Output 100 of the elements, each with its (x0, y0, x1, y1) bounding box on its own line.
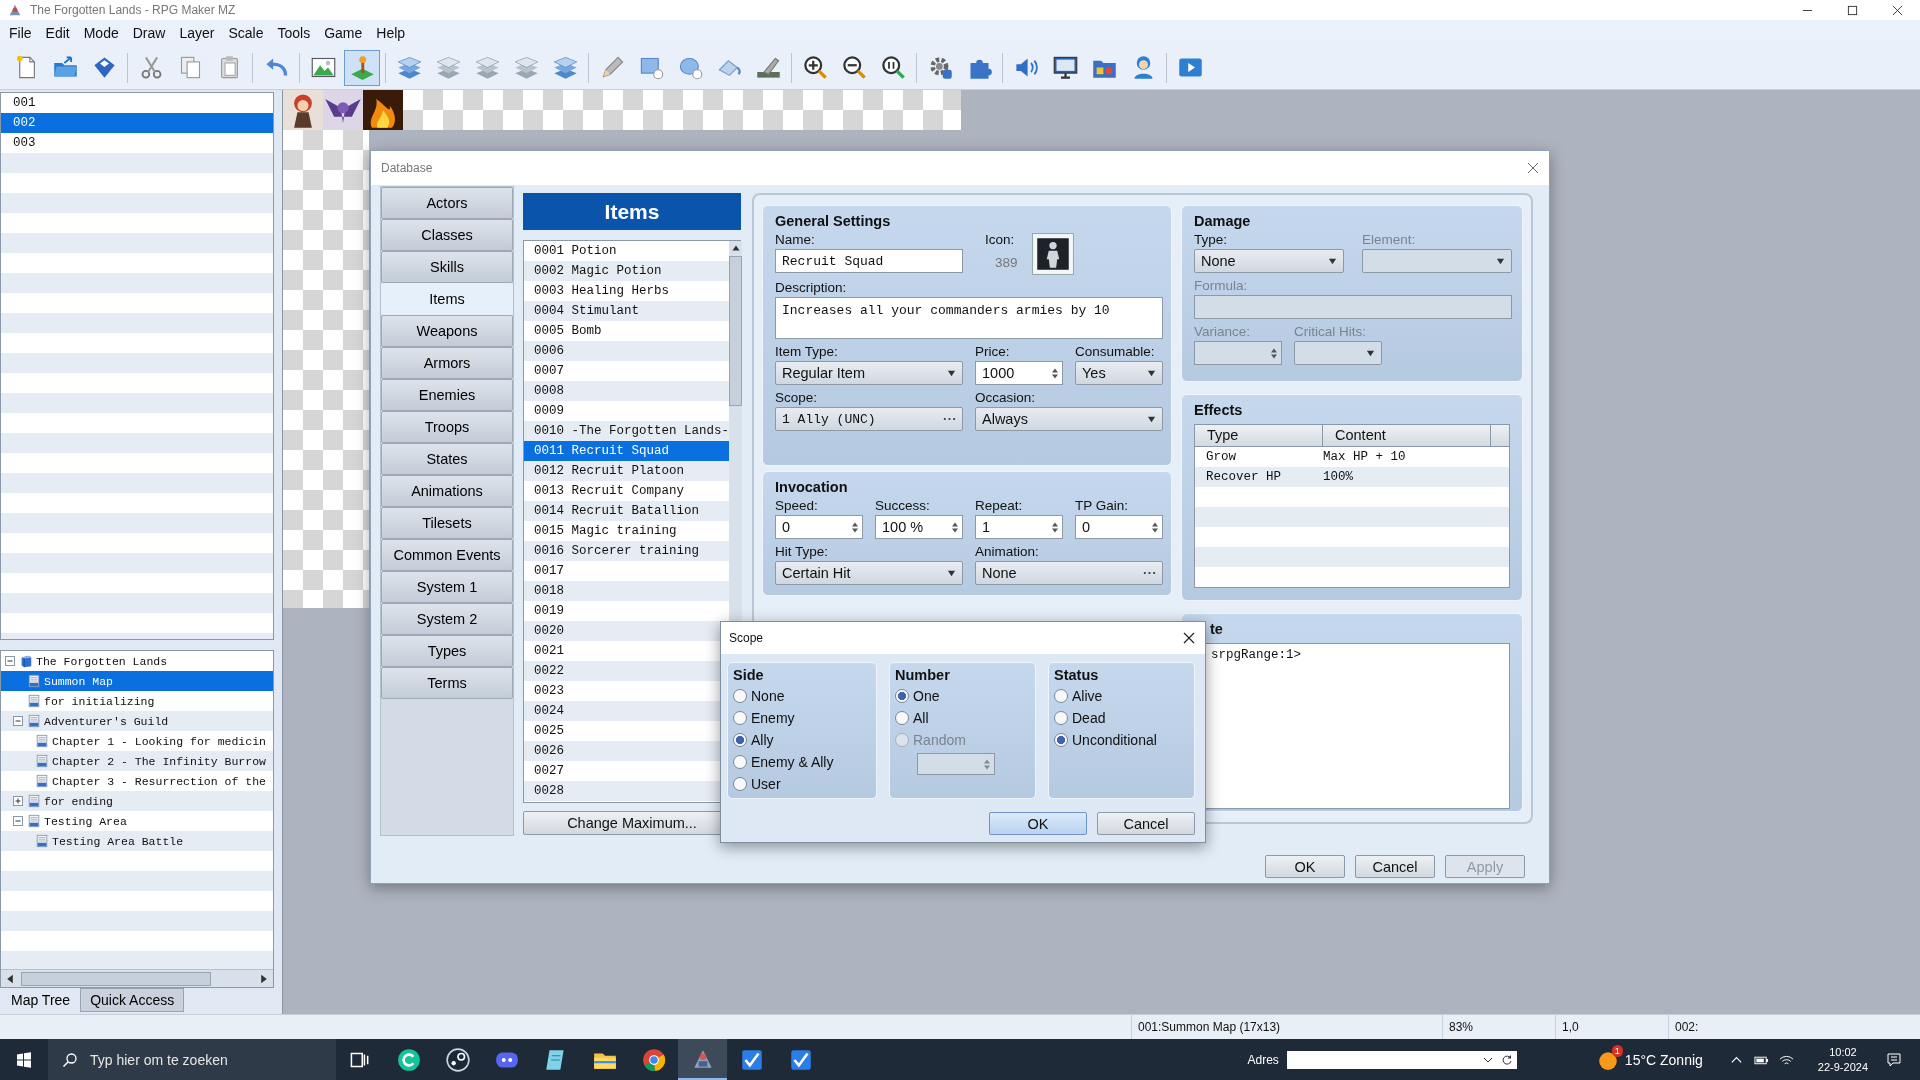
figure-icon[interactable] (1031, 233, 1074, 275)
price-spinbox[interactable]: 1000 (975, 361, 1063, 385)
radio-button[interactable] (895, 689, 909, 703)
list-item[interactable]: 0008 (524, 381, 730, 401)
tree-item[interactable]: Adventurer's Guild (44, 714, 169, 728)
search-field[interactable]: Typ hier om te zoeken (48, 1039, 336, 1080)
menu-item[interactable]: Edit (38, 23, 77, 43)
list-item[interactable]: 0006 (524, 341, 730, 361)
dialog-button[interactable]: OK (989, 812, 1087, 835)
column-header[interactable]: Content (1323, 424, 1491, 446)
radio-button[interactable] (1054, 689, 1068, 703)
dialog-button[interactable]: OK (1265, 855, 1345, 878)
tab[interactable]: Map Tree (1, 988, 81, 1012)
column-header[interactable]: Type (1195, 424, 1323, 446)
collapse-icon[interactable] (5, 656, 15, 666)
collapse-icon[interactable] (13, 816, 23, 826)
tree-item[interactable]: for ending (44, 794, 113, 808)
description-field[interactable]: Increases all your commanders armies by 10 (775, 297, 1163, 339)
number-spinbox[interactable]: 1 (975, 515, 1063, 539)
tree-item[interactable]: Testing Area Battle (52, 834, 184, 848)
app-icon[interactable] (444, 1046, 471, 1073)
menu-item[interactable]: File (2, 23, 39, 43)
magnifier-icon[interactable] (879, 54, 907, 81)
menu-item[interactable]: Tools (270, 23, 318, 43)
category-tab[interactable]: Types (381, 635, 513, 667)
item-type-dropdown[interactable]: Regular Item (775, 361, 963, 385)
category-tab[interactable]: Actors (381, 187, 513, 219)
list-item[interactable]: 0011 Recruit Squad (524, 441, 730, 461)
tile-marker-button[interactable] (344, 49, 380, 86)
tree-item[interactable]: Summon Map (44, 674, 113, 688)
type-dropdown[interactable]: None (1194, 249, 1344, 273)
number-spinbox[interactable]: 0 (775, 515, 863, 539)
map-list-item[interactable]: 001 (1, 93, 273, 113)
tree-item[interactable]: Chapter 1 - Looking for medicin (52, 734, 266, 748)
maximize-icon[interactable] (1847, 4, 1858, 16)
number-spinbox[interactable]: 0 (1075, 515, 1163, 539)
consumable-dropdown[interactable]: Yes (1075, 361, 1163, 385)
layers-icon[interactable] (395, 54, 423, 81)
list-item[interactable]: 0003 Healing Herbs (524, 281, 730, 301)
list-item[interactable]: 0001 Potion (524, 241, 730, 261)
radio-button[interactable] (733, 733, 747, 747)
menu-item[interactable]: Scale (221, 23, 271, 43)
category-tab[interactable]: Classes (381, 219, 513, 251)
close-icon[interactable] (1183, 632, 1195, 644)
app-icon[interactable] (395, 1046, 422, 1073)
dialog-button[interactable]: Cancel (1355, 855, 1435, 878)
windows-logo-icon[interactable] (16, 1051, 32, 1068)
zoom-out-icon[interactable] (840, 54, 868, 81)
list-item[interactable]: 0016 Sorcerer training (524, 541, 730, 561)
category-tab[interactable]: Items (381, 283, 513, 315)
list-item[interactable]: 0013 Recruit Company (524, 481, 730, 501)
number-spinbox[interactable]: 100 % (875, 515, 963, 539)
animation-picker[interactable]: None (975, 561, 1163, 585)
map-list-item[interactable]: 002 (1, 113, 273, 133)
list-item[interactable]: 0018 (524, 581, 730, 601)
layers-icon[interactable] (551, 54, 579, 81)
radio-button[interactable] (1054, 733, 1068, 747)
character-sprite-icon[interactable] (283, 90, 323, 130)
menu-item[interactable]: Draw (125, 23, 173, 43)
address-field[interactable] (1286, 1050, 1517, 1069)
radio-button[interactable] (895, 711, 909, 725)
category-tab[interactable]: System 2 (381, 603, 513, 635)
list-item[interactable]: 0002 Magic Potion (524, 261, 730, 281)
category-tab[interactable]: Skills (381, 251, 513, 283)
category-tab[interactable]: Enemies (381, 379, 513, 411)
zoom-in-icon[interactable] (801, 54, 829, 81)
menu-item[interactable]: Layer (172, 23, 222, 43)
radio-button[interactable] (733, 689, 747, 703)
category-tab[interactable]: Armors (381, 347, 513, 379)
radio-button[interactable] (1054, 711, 1068, 725)
tree-item[interactable]: The Forgotten Lands (36, 654, 168, 668)
menu-item[interactable]: Help (369, 23, 413, 43)
hit-type-dropdown[interactable]: Certain Hit (775, 561, 963, 585)
expand-icon[interactable] (13, 796, 23, 806)
list-item[interactable]: 0007 (524, 361, 730, 381)
category-tab[interactable]: Tilesets (381, 507, 513, 539)
monitor-icon[interactable] (1051, 54, 1079, 81)
tree-item[interactable]: Testing Area (44, 814, 127, 828)
menu-item[interactable]: Game (317, 23, 370, 43)
category-tab[interactable]: Terms (381, 667, 513, 699)
name-field[interactable]: Recruit Squad (775, 249, 963, 273)
list-item[interactable]: 0014 Recruit Batallion (524, 501, 730, 521)
horizontal-scrollbar[interactable] (1, 969, 273, 987)
browser-icon[interactable] (640, 1046, 667, 1073)
list-item[interactable]: 0005 Bomb (524, 321, 730, 341)
list-item[interactable]: 0010 -The Forgotten Lands- (524, 421, 730, 441)
flame-sprite-icon[interactable] (363, 90, 403, 130)
radio-button[interactable] (733, 777, 747, 791)
radio-button[interactable] (733, 711, 747, 725)
scope-picker[interactable]: 1 Ally (UNC) (775, 407, 963, 431)
category-tab[interactable]: Troops (381, 411, 513, 443)
map-list-item[interactable]: 003 (1, 133, 273, 153)
category-tab[interactable]: Common Events (381, 539, 513, 571)
list-item[interactable]: 0012 Recruit Platoon (524, 461, 730, 481)
category-tab[interactable]: States (381, 443, 513, 475)
tree-item[interactable]: Chapter 2 - The Infinity Burrow (52, 754, 266, 768)
collapse-icon[interactable] (13, 716, 23, 726)
close-icon[interactable] (1892, 4, 1903, 16)
tree-item[interactable]: Chapter 3 - Resurrection of the (52, 774, 266, 788)
list-item[interactable]: 0009 (524, 401, 730, 421)
